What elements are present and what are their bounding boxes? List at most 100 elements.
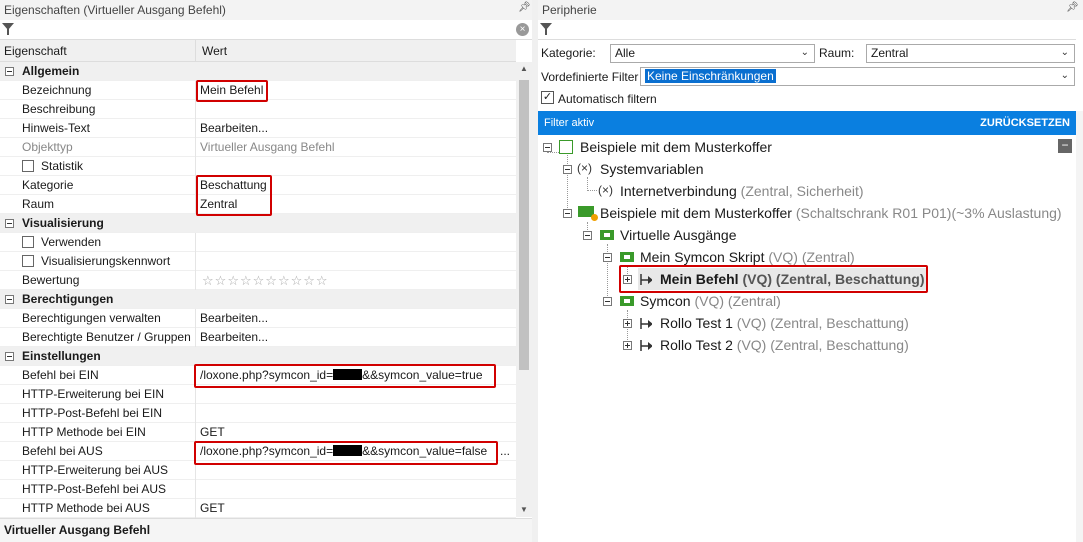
panel-splitter[interactable] <box>532 0 538 542</box>
property-name: HTTP-Erweiterung bei AUS <box>22 463 169 477</box>
property-name: Hinweis-Text <box>22 121 91 135</box>
vordefinierte-filter-select[interactable]: Keine Einschränkungen ⌄ <box>640 67 1075 86</box>
column-header-property: Eigenschaft <box>4 44 67 58</box>
tree-node-symcon[interactable]: Symcon (VQ) (Zentral) <box>640 292 781 310</box>
property-row[interactable]: HTTP Methode bei AUS GET <box>0 499 516 518</box>
category-icon <box>559 140 573 154</box>
star-icon[interactable]: ☆ <box>291 273 303 288</box>
property-row[interactable]: Beschreibung <box>0 100 516 119</box>
rating-stars[interactable]: ☆☆☆☆☆☆☆☆☆☆ <box>202 271 329 291</box>
category-row[interactable]: Allgemein <box>0 62 516 81</box>
tree-node-musterkoffer-category[interactable]: Beispiele mit dem Musterkoffer <box>580 138 772 156</box>
checkbox[interactable] <box>22 255 34 267</box>
property-name: Befehl bei EIN <box>22 368 99 382</box>
star-icon[interactable]: ☆ <box>278 273 290 288</box>
collapse-icon[interactable] <box>603 297 612 306</box>
property-value[interactable]: GET <box>200 423 225 442</box>
category-row[interactable]: Berechtigungen <box>0 290 516 309</box>
scroll-down-icon[interactable]: ▼ <box>520 505 528 514</box>
property-row[interactable]: Objekttyp Virtueller Ausgang Befehl <box>0 138 516 157</box>
star-icon[interactable]: ☆ <box>202 273 214 288</box>
auto-filter-label: Automatisch filtern <box>558 92 657 106</box>
checkbox[interactable] <box>22 236 34 248</box>
property-value[interactable]: GET <box>200 499 225 518</box>
properties-footer: Virtueller Ausgang Befehl <box>0 518 532 542</box>
tree-node-musterkoffer-io[interactable]: Beispiele mit dem Musterkoffer (Schaltsc… <box>600 204 1062 222</box>
collapse-icon[interactable] <box>603 253 612 262</box>
property-row[interactable]: HTTP-Post-Befehl bei EIN <box>0 404 516 423</box>
category-row[interactable]: Visualisierung <box>0 214 516 233</box>
property-name: Befehl bei AUS <box>22 444 103 458</box>
star-icon[interactable]: ☆ <box>316 273 328 288</box>
tree-node-rollo-test-1[interactable]: Rollo Test 1 (VQ) (Zentral, Beschattung) <box>660 314 909 332</box>
property-row[interactable]: HTTP Methode bei EIN GET <box>0 423 516 442</box>
property-name: Visualisierungskennwort <box>41 254 171 268</box>
property-name: Bezeichnung <box>22 83 92 97</box>
scrollbar-thumb[interactable] <box>519 80 529 370</box>
property-row[interactable]: Statistik <box>0 157 516 176</box>
property-row[interactable]: Verwenden <box>0 233 516 252</box>
property-name: Berechtigungen <box>22 292 114 306</box>
property-row[interactable]: Berechtigte Benutzer / Gruppen Bearbeiten… <box>0 328 516 347</box>
reset-filter-button[interactable]: ZURÜCKSETZEN <box>980 111 1070 135</box>
star-icon[interactable]: ☆ <box>265 273 277 288</box>
chevron-down-icon: ⌄ <box>1060 70 1069 81</box>
tree-node-virtuelle-ausgaenge[interactable]: Virtuelle Ausgänge <box>620 226 737 244</box>
property-name: HTTP-Post-Befehl bei EIN <box>22 406 163 420</box>
property-row[interactable]: Hinweis-Text Bearbeiten... <box>0 119 516 138</box>
peripherie-title: Peripherie <box>538 0 1083 20</box>
chevron-down-icon: ⌄ <box>1060 47 1069 58</box>
collapse-all-button[interactable]: − <box>1058 139 1072 153</box>
collapse-icon[interactable] <box>583 231 592 240</box>
edit-ellipsis-button[interactable]: ... <box>500 442 510 461</box>
filter-active-text: Filter aktiv <box>544 117 595 129</box>
checkbox[interactable] <box>22 160 34 172</box>
raum-select[interactable]: Zentral ⌄ <box>866 44 1075 63</box>
property-value[interactable]: Bearbeiten... <box>200 328 268 347</box>
tree-node-rollo-test-2[interactable]: Rollo Test 2 (VQ) (Zentral, Beschattung) <box>660 336 909 354</box>
collapse-icon[interactable] <box>5 352 14 361</box>
star-icon[interactable]: ☆ <box>227 273 239 288</box>
properties-filter-bar[interactable]: × <box>0 20 532 40</box>
collapse-icon[interactable] <box>563 165 572 174</box>
virtual-output-icon <box>620 296 634 306</box>
collapse-icon[interactable] <box>543 143 552 152</box>
star-icon[interactable]: ☆ <box>215 273 227 288</box>
property-row[interactable]: Bewertung ☆☆☆☆☆☆☆☆☆☆ <box>0 271 516 290</box>
tree-node-internetverbindung[interactable]: Internetverbindung (Zentral, Sicherheit) <box>620 182 864 200</box>
property-value[interactable]: Bearbeiten... <box>200 119 268 138</box>
properties-scrollbar[interactable]: ▲ ▼ <box>516 62 532 517</box>
command-icon <box>640 318 652 329</box>
property-row[interactable]: Berechtigungen verwalten Bearbeiten... <box>0 309 516 328</box>
tree-node-systemvariablen[interactable]: Systemvariablen <box>600 160 704 178</box>
property-name: Einstellungen <box>22 349 101 363</box>
property-name: Statistik <box>41 159 84 173</box>
property-name: Kategorie <box>22 178 74 192</box>
clear-filter-icon[interactable]: × <box>516 23 529 36</box>
star-icon[interactable]: ☆ <box>303 273 315 288</box>
pin-icon[interactable]: 📌︎ <box>518 2 531 13</box>
pin-icon[interactable]: 📌︎ <box>1066 2 1079 13</box>
scroll-up-icon[interactable]: ▲ <box>520 64 528 73</box>
property-name: HTTP Methode bei EIN <box>22 425 146 439</box>
star-icon[interactable]: ☆ <box>240 273 252 288</box>
expand-icon[interactable] <box>623 341 632 350</box>
collapse-icon[interactable] <box>5 219 14 228</box>
property-row[interactable]: Visualisierungskennwort <box>0 252 516 271</box>
expand-icon[interactable] <box>623 319 632 328</box>
property-value[interactable]: Bearbeiten... <box>200 309 268 328</box>
status-dot-icon <box>591 214 598 221</box>
kategorie-select[interactable]: Alle ⌄ <box>610 44 815 63</box>
properties-header: Eigenschaft Wert <box>0 40 516 62</box>
auto-filter-checkbox[interactable]: ✓ <box>541 91 554 104</box>
tree-node-mein-symcon-skript[interactable]: Mein Symcon Skript (VQ) (Zentral) <box>640 248 855 266</box>
star-icon[interactable]: ☆ <box>253 273 265 288</box>
highlight-bezeichnung <box>196 80 268 102</box>
property-value[interactable]: Virtueller Ausgang Befehl <box>200 138 335 157</box>
collapse-icon[interactable] <box>5 67 14 76</box>
collapse-icon[interactable] <box>5 295 14 304</box>
property-name: HTTP Methode bei AUS <box>22 501 150 515</box>
property-row[interactable]: HTTP-Post-Befehl bei AUS <box>0 480 516 499</box>
peripherie-filter-bar[interactable] <box>538 20 1076 40</box>
collapse-icon[interactable] <box>563 209 572 218</box>
